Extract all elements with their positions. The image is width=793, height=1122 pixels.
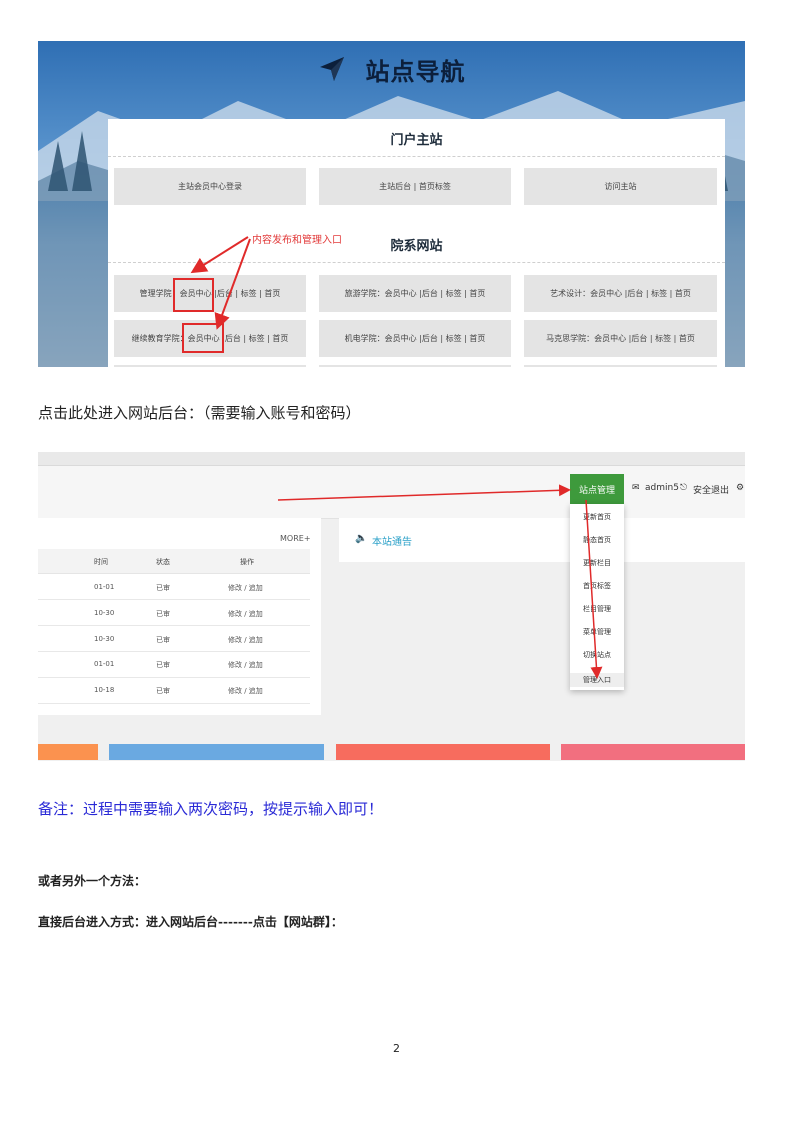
color-bar [561,744,745,760]
page-number: 2 [393,1042,400,1055]
note-text: 备注：过程中需要输入两次密码，按提示输入即可！ [38,800,384,818]
color-bar [109,744,324,760]
direct-method-text: 直接后台进入方式：进入网站后台-------点击【网站群】： [38,915,343,929]
annotation-arrows [277,484,603,679]
color-bar [336,744,550,760]
alt-method-heading: 或者另外一个方法： [38,874,147,888]
color-bar [38,744,98,760]
instruction-text: 点击此处进入网站后台：（需要输入账号和密码） [38,404,361,422]
site-navigation-screenshot: 站点导航 门户主站 主站会员中心登录 主站后台 | 首页标签 访问主站 内容发布… [38,41,745,367]
annotation-arrows [190,236,251,330]
admin-panel-screenshot: 站点管理 ✉ admin5 ⎋ 安全退出 ⚙ MORE+ 时间 状态 操作 01… [38,452,745,761]
